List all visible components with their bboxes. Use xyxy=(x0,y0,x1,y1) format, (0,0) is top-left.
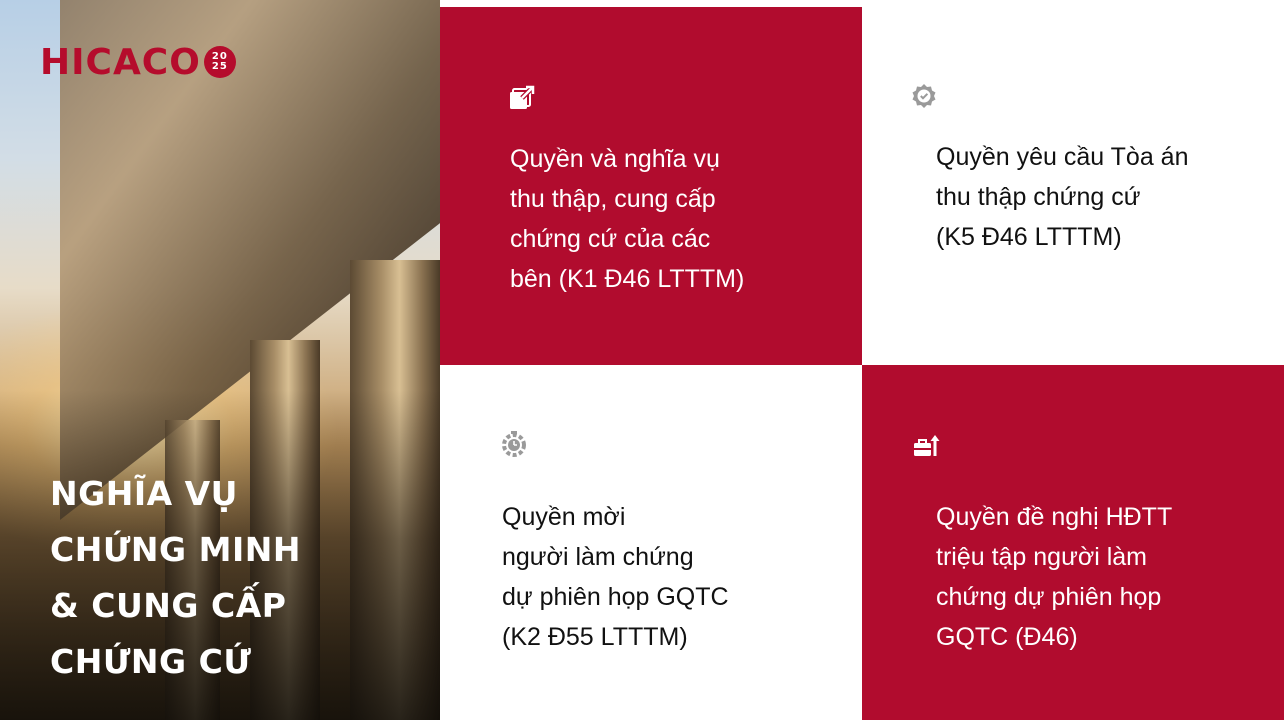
gear-timer-icon xyxy=(502,431,526,457)
hero-title: NGHĨA VỤ CHỨNG MINH & CUNG CẤP CHỨNG CỨ xyxy=(50,466,420,690)
badge-check-icon xyxy=(912,84,936,108)
tile-text: Quyền và nghĩa vụ thu thập, cung cấp chứ… xyxy=(510,139,744,299)
logo-text: HICACO xyxy=(40,41,201,83)
tile-rights-obligations: Quyền và nghĩa vụ thu thập, cung cấp chứ… xyxy=(440,7,862,365)
hero-title-line: & CUNG CẤP xyxy=(50,586,287,625)
hero-image-panel: HICACO 20 25 NGHĨA VỤ CHỨNG MINH & CUNG … xyxy=(0,0,440,720)
tile-text: Quyền mời người làm chứng dự phiên họp G… xyxy=(502,497,729,657)
tile-text-line: (K5 Đ46 LTTTM) xyxy=(936,223,1122,251)
tile-text-line: (K2 Đ55 LTTTM) xyxy=(502,623,688,651)
external-link-icon xyxy=(510,85,535,109)
tile-text-line: người làm chứng xyxy=(502,543,694,571)
tile-text-line: Quyền mời xyxy=(502,503,626,531)
briefcase-up-icon xyxy=(914,435,940,456)
tile-text-line: thu thập, cung cấp xyxy=(510,185,716,213)
tile-propose-summon: Quyền đề nghị HĐTT triệu tập người làm c… xyxy=(862,365,1284,720)
hero-title-line: CHỨNG CỨ xyxy=(50,642,252,681)
tile-text-line: chứng dự phiên họp xyxy=(936,583,1162,611)
hero-title-line: NGHĨA VỤ xyxy=(50,474,238,513)
tile-text-line: Quyền và nghĩa vụ xyxy=(510,145,720,173)
tile-text-line: chứng cứ của các xyxy=(510,225,711,253)
tile-text-line: thu thập chứng cứ xyxy=(936,183,1141,211)
tile-text: Quyền đề nghị HĐTT triệu tập người làm c… xyxy=(936,497,1172,657)
tile-text-line: Quyền yêu cầu Tòa án xyxy=(936,143,1189,171)
tile-text-line: dự phiên họp GQTC xyxy=(502,583,729,611)
tile-text-line: Quyền đề nghị HĐTT xyxy=(936,503,1173,531)
tile-invite-witness: Quyền mời người làm chứng dự phiên họp G… xyxy=(440,365,862,720)
logo-badge-bottom: 25 xyxy=(211,61,228,72)
hicaco-logo: HICACO 20 25 xyxy=(40,40,236,84)
tile-request-court: Quyền yêu cầu Tòa án thu thập chứng cứ (… xyxy=(862,7,1284,365)
tile-text-line: triệu tập người làm xyxy=(936,543,1147,571)
hero-title-line: CHỨNG MINH xyxy=(50,530,301,569)
slide: HICACO 20 25 NGHĨA VỤ CHỨNG MINH & CUNG … xyxy=(0,0,1284,720)
tile-text-line: GQTC (Đ46) xyxy=(936,623,1078,651)
tile-text-line: bên (K1 Đ46 LTTTM) xyxy=(510,265,745,293)
tile-text: Quyền yêu cầu Tòa án thu thập chứng cứ (… xyxy=(936,137,1189,257)
logo-badge: 20 25 xyxy=(203,46,236,78)
